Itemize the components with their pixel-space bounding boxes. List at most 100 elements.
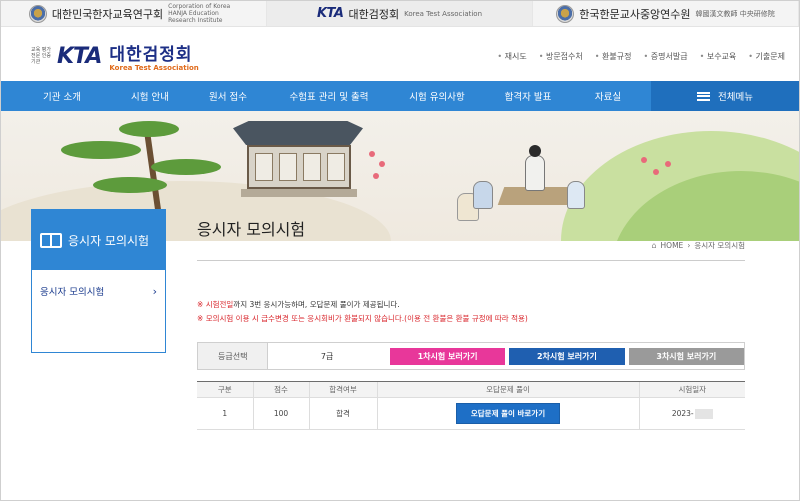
hanok-roof	[233, 121, 363, 145]
teacher-hat	[529, 145, 541, 157]
kta-mark: KTA	[316, 6, 344, 21]
table-row: 1 100 합격 오답문제 풀이 바로가기 2023-	[197, 397, 745, 430]
partner-teacher-center[interactable]: 한국한문교사중앙연수원 韓國漢文教師 中央研修院	[533, 1, 799, 26]
util-link-retry[interactable]: 재시도	[497, 51, 527, 62]
main-content: 응시자 모의시험 ⌂ HOME › 응시자 모의시험 ※ 시험전일까지 3번 응…	[197, 216, 745, 430]
notice-text-1: 까지 3번 응시가능하며, 오답문제 풀이가 제공됩니다.	[233, 300, 400, 309]
logo-name-ko: 대한검정회	[109, 45, 193, 65]
breadcrumb-current: 응시자 모의시험	[694, 241, 745, 250]
side-panel-header: 응시자 모의시험	[32, 210, 165, 270]
logo-tagline: 교육 평가 전문 인증기관	[31, 47, 51, 65]
exam-3-button[interactable]: 3차시험 보러가기	[628, 347, 745, 365]
notice-mark: ※	[197, 314, 204, 323]
exam-date: 2023-	[671, 408, 694, 418]
nav-resources[interactable]: 자료실	[573, 89, 643, 103]
nav-results[interactable]: 합격자 발표	[493, 89, 563, 103]
pine-foliage	[61, 141, 141, 159]
partner-name: 한국한문교사중앙연수원	[579, 7, 691, 21]
nav-about[interactable]: 기관 소개	[27, 89, 97, 103]
blossom	[373, 173, 379, 179]
notice-text-2: 모의시험 이용 시 급수변경 또는 응시회비가 환불되지 않습니다.(이용 전 …	[205, 314, 528, 323]
side-panel-title: 응시자 모의시험	[68, 233, 150, 248]
results-table: 구분 점수 합격여부 오답문제 풀이 시험일자 1 100 합격 오답문제 풀이…	[197, 381, 745, 430]
home-icon: ⌂	[651, 241, 657, 250]
nav-exam-notes[interactable]: 시험 유의사항	[399, 89, 475, 103]
nav-admission-ticket[interactable]: 수험표 관리 및 출력	[281, 89, 377, 103]
partner-sub: 韓國漢文教師 中央研修院	[695, 9, 775, 18]
partner-sub: Corporation of Korea HANJA Education Res…	[168, 3, 231, 24]
utility-links: 재시도 방문접수처 환불규정 증명서발급 보수교육 기출문제	[497, 51, 785, 62]
blossom	[641, 157, 647, 163]
blossom	[369, 151, 375, 157]
partner-name: 대한검정회	[348, 7, 400, 21]
title-divider	[197, 260, 745, 261]
pine-foliage	[93, 177, 167, 193]
student-figure	[473, 181, 493, 209]
side-item-mock-exam[interactable]: 응시자 모의시험 ›	[32, 280, 165, 302]
nav-application[interactable]: 원서 접수	[193, 89, 263, 103]
blossom	[653, 169, 659, 175]
util-link-refund[interactable]: 환불규정	[595, 51, 631, 62]
util-link-visit[interactable]: 방문접수처	[539, 51, 583, 62]
logo-name: 대한검정회 Korea Test Association	[109, 40, 198, 72]
breadcrumb-separator: ›	[687, 241, 691, 250]
page-title: 응시자 모의시험	[197, 220, 306, 239]
site-header: 교육 평가 전문 인증기관 KTA 대한검정회 Korea Test Assoc…	[1, 28, 799, 81]
teacher-center-seal-icon	[556, 4, 575, 23]
col-header-no: 구분	[197, 381, 253, 398]
main-navigation: 기관 소개 시험 안내 원서 접수 수험표 관리 및 출력 시험 유의사항 합격…	[1, 81, 799, 111]
side-panel: 응시자 모의시험 응시자 모의시험 ›	[31, 209, 166, 353]
breadcrumb-home[interactable]: HOME	[661, 241, 684, 250]
table-header-row: 구분 점수 합격여부 오답문제 풀이 시험일자	[197, 381, 745, 398]
teacher-figure	[525, 155, 545, 191]
chevron-right-icon: ›	[152, 284, 157, 298]
institute-seal-icon	[28, 4, 47, 23]
review-answers-button[interactable]: 오답문제 풀이 바로가기	[455, 403, 561, 424]
col-header-score: 점수	[252, 381, 309, 398]
redacted-date	[694, 408, 713, 419]
student-figure	[567, 181, 585, 209]
partner-kta[interactable]: KTA 대한검정회 Korea Test Association	[267, 1, 533, 26]
partner-sub: Korea Test Association	[404, 9, 483, 18]
util-link-training[interactable]: 보수교육	[700, 51, 736, 62]
pine-foliage	[119, 121, 179, 137]
blossom	[379, 161, 385, 167]
notice-highlight: 시험전일	[205, 300, 234, 309]
grade-select-box: 등급선택 7급 1차시험 보러가기 2차시험 보러가기 3차시험 보러가기	[197, 342, 745, 370]
col-header-pass: 합격여부	[308, 381, 377, 398]
util-link-past-exams[interactable]: 기출문제	[748, 51, 785, 62]
exam-1-button[interactable]: 1차시험 보러가기	[389, 347, 506, 365]
cell-no: 1	[197, 397, 253, 430]
cell-score: 100	[252, 397, 309, 430]
col-header-date: 시험일자	[638, 381, 745, 398]
exam-2-button[interactable]: 2차시험 보러가기	[509, 347, 625, 365]
site-logo[interactable]: 교육 평가 전문 인증기관 KTA 대한검정회 Korea Test Assoc…	[31, 40, 199, 73]
all-menu-button[interactable]: 전체메뉴	[651, 81, 799, 111]
cell-pass: 합격	[308, 397, 377, 430]
nav-exam-info[interactable]: 시험 안내	[115, 89, 185, 103]
partner-hanja-institute[interactable]: 대한민국한자교육연구회 Corporation of Korea HANJA E…	[1, 1, 267, 26]
col-header-review: 오답문제 풀이	[376, 381, 639, 398]
cell-date: 2023-	[638, 397, 745, 430]
blossom	[665, 161, 671, 167]
notice-line-1: ※ 시험전일까지 3번 응시가능하며, 오답문제 풀이가 제공됩니다.	[197, 298, 528, 312]
pine-foliage	[151, 159, 221, 175]
logo-mark: KTA	[57, 43, 102, 69]
grade-select-label: 등급선택	[198, 343, 269, 369]
partner-name: 대한민국한자교육연구회	[51, 7, 164, 21]
logo-name-en: Korea Test Association	[109, 64, 199, 72]
hamburger-icon	[697, 91, 711, 101]
notice-text: ※ 시험전일까지 3번 응시가능하며, 오답문제 풀이가 제공됩니다. ※ 모의…	[197, 298, 528, 326]
notice-line-2: ※ 모의시험 이용 시 급수변경 또는 응시회비가 환불되지 않습니다.(이용 …	[197, 312, 528, 326]
breadcrumb: ⌂ HOME › 응시자 모의시험	[651, 240, 745, 251]
all-menu-label: 전체메뉴	[718, 92, 753, 103]
book-icon	[40, 232, 62, 248]
hanok-base	[241, 189, 357, 197]
partner-strip: 대한민국한자교육연구회 Corporation of Korea HANJA E…	[1, 1, 799, 27]
hanok-wall	[247, 145, 351, 189]
grade-select-value: 7급	[320, 351, 334, 361]
side-item-label: 응시자 모의시험	[40, 287, 105, 298]
notice-mark: ※	[197, 300, 204, 309]
util-link-certificate[interactable]: 증명서발급	[643, 51, 688, 62]
cell-review: 오답문제 풀이 바로가기	[376, 397, 639, 430]
